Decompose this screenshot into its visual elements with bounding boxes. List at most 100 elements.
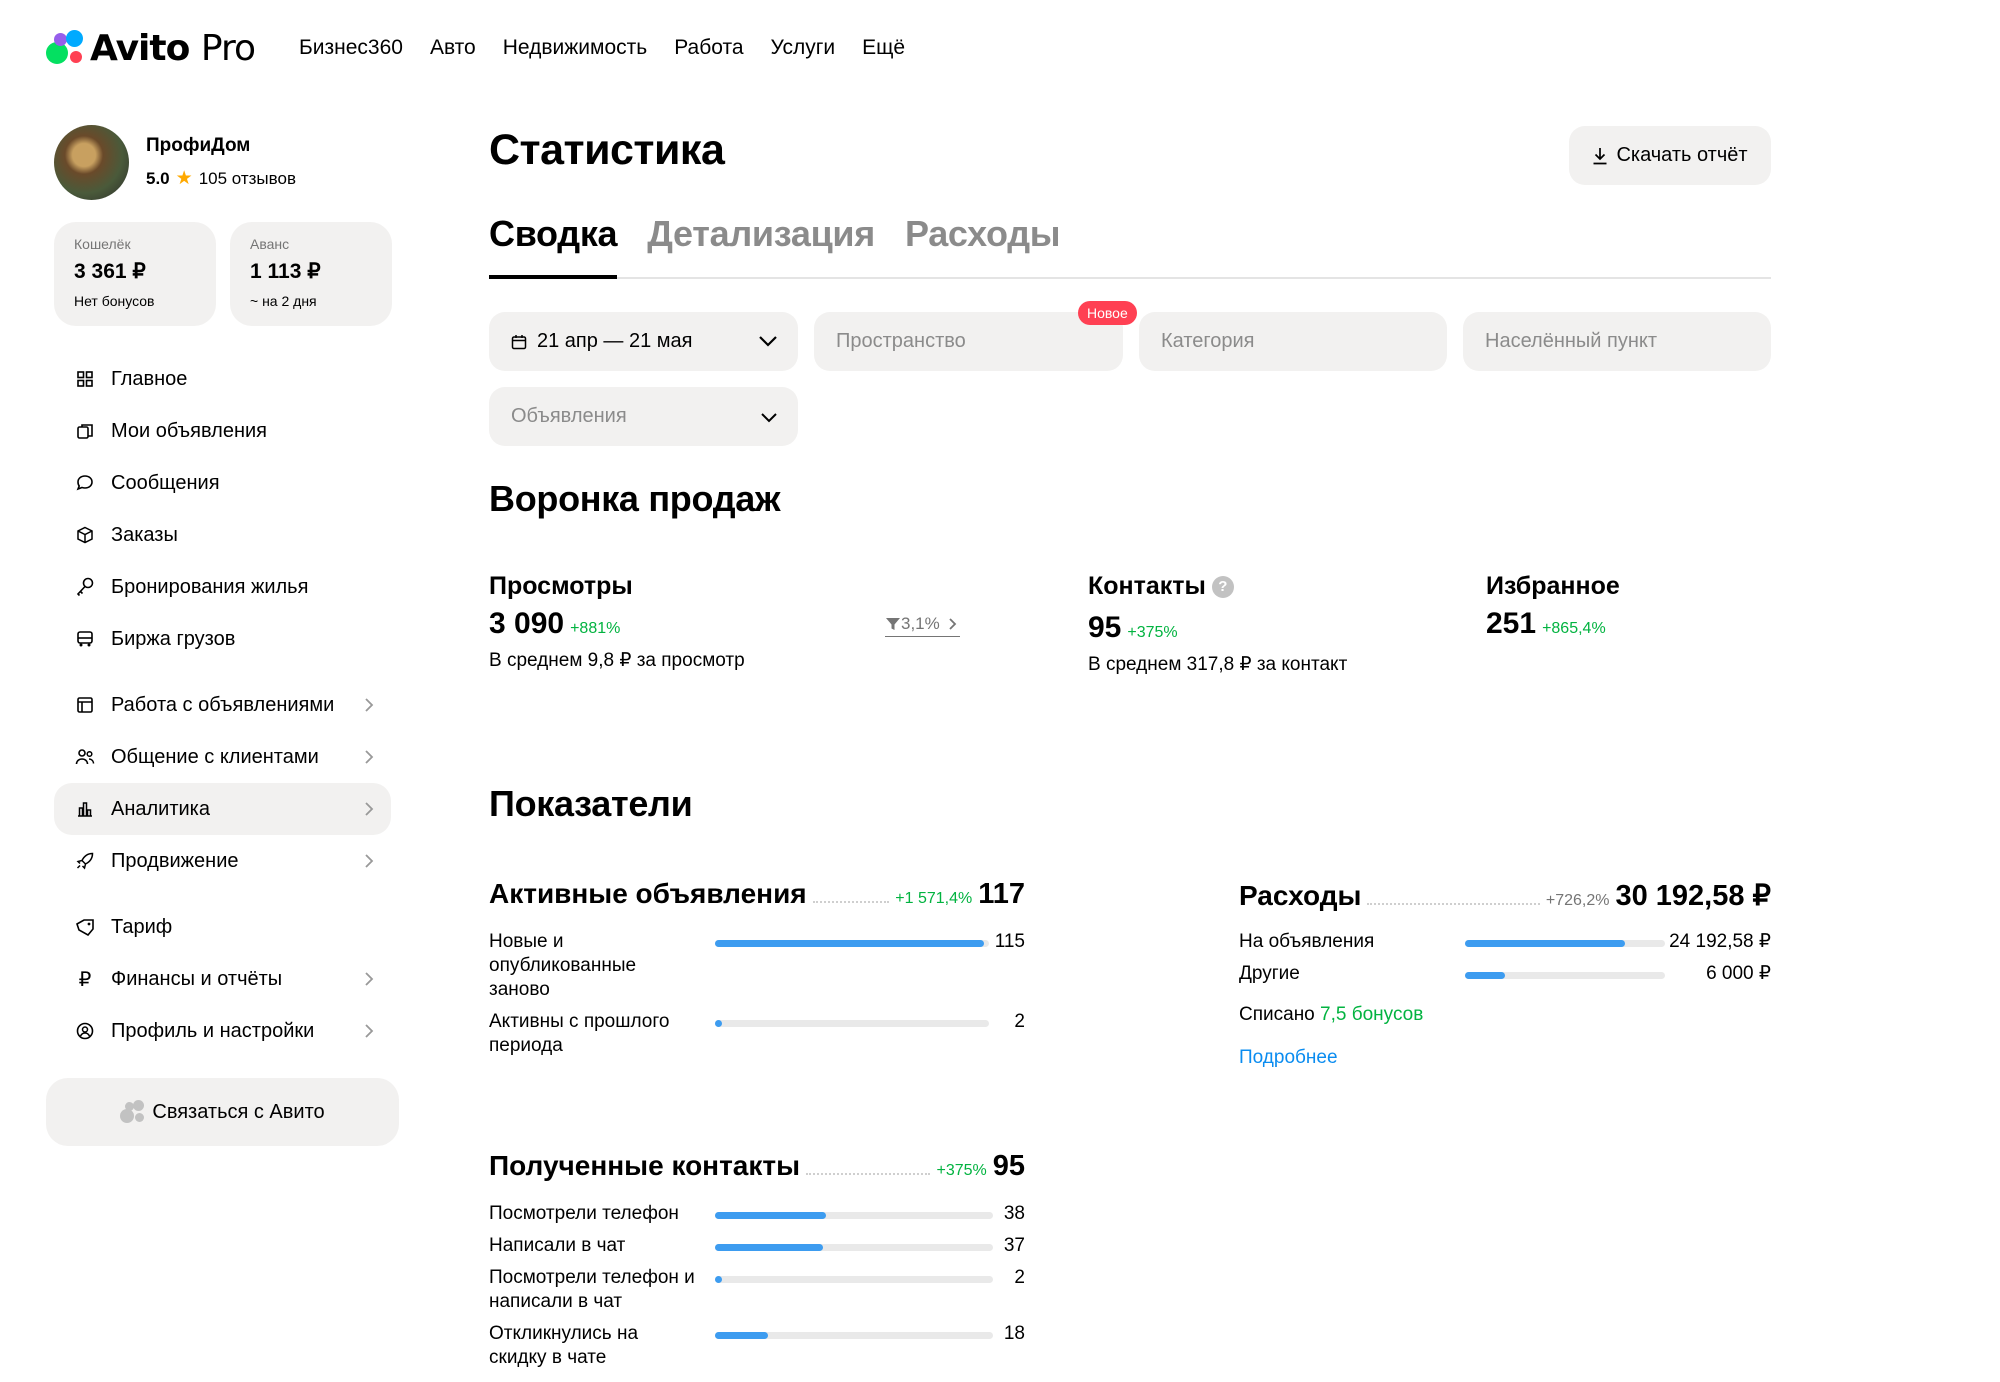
chevron-right-icon [365,698,374,712]
wallet-card[interactable]: Кошелёк 3 361 ₽ Нет бонусов [54,222,216,326]
sidebar-item-tariff[interactable]: Тариф [54,901,391,953]
spent-bonus: 7,5 бонусов [1320,1004,1424,1025]
sidebar-item-messages[interactable]: Сообщения [54,457,391,509]
active-ads-value: 117 [978,878,1025,910]
nav-more[interactable]: Ещё [862,36,905,60]
stats-tabs: Сводка Детализация Расходы [489,213,1771,279]
row-bar-fill [715,1212,827,1219]
nav-services[interactable]: Услуги [771,36,836,60]
active-ads-header[interactable]: Активные объявления +1 571,4% 117 [489,878,1025,911]
received-contacts-value: 95 [992,1150,1025,1182]
reviews-count[interactable]: 105 отзывов [199,169,296,189]
expenses-pct: +726,2% [1545,892,1610,909]
row-bar-track [715,1020,989,1027]
contacts-row: Написали в чат 37 [489,1234,1025,1262]
sidebar-item-label: Финансы и отчёты [111,967,283,990]
views-title: Просмотры [489,572,633,600]
contact-avito-button[interactable]: Связаться с Авито [46,1078,399,1146]
chat-icon [74,472,96,494]
expenses-row: Другие 6 000 ₽ [1239,962,1771,990]
avatar[interactable] [54,125,129,200]
expenses-header[interactable]: Расходы +726,2% 30 192,58 ₽ [1239,878,1771,913]
sidebar-item-analytics[interactable]: Аналитика [54,783,391,835]
conversion-link[interactable]: 3,1% [885,614,960,637]
advance-card[interactable]: Аванс 1 113 ₽ ~ на 2 дня [230,222,392,326]
logo-brand: Avito [90,27,190,69]
chevron-right-icon [365,854,374,868]
contact-avito-label: Связаться с Авито [152,1100,325,1123]
expenses-title: Расходы [1239,880,1362,911]
tab-details[interactable]: Детализация [647,213,875,279]
ads-placeholder: Объявления [511,405,627,427]
sidebar-item-label: Аналитика [111,797,210,820]
logo-dots-icon [46,28,86,68]
rocket-icon [74,850,96,872]
row-value: 6 000 ₽ [1706,963,1771,984]
chevron-right-icon [365,1024,374,1038]
nav-biznes360[interactable]: Бизнес360 [299,36,403,60]
more-details-link[interactable]: Подробнее [1239,1047,1338,1069]
profile-card[interactable]: ПрофиДом 5.0 ★ 105 отзывов [54,125,296,200]
nav-realty[interactable]: Недвижимость [503,36,647,60]
favorites-title: Избранное [1486,572,1620,600]
category-placeholder: Категория [1161,330,1255,352]
row-value: 24 192,58 ₽ [1669,931,1771,952]
tab-summary[interactable]: Сводка [489,213,618,279]
row-label: Новые и опубликованные заново [489,931,637,1000]
dotted-leader [1367,887,1540,905]
conversion-value: 3,1% [901,614,940,633]
sidebar-item-promotion[interactable]: Продвижение [54,835,391,887]
sidebar-item-cargo[interactable]: Биржа грузов [54,613,391,665]
active-ads-row: Новые и опубликованные заново 115 [489,930,1025,1002]
dotted-leader [806,1157,931,1175]
bonuses-spent: Списано 7,5 бонусов [1239,1004,1423,1026]
sidebar-item-ads-work[interactable]: Работа с объявлениями [54,679,391,731]
avito-pro-logo[interactable]: Avito Pro [46,27,256,69]
chevron-right-icon [365,750,374,764]
sidebar-item-main[interactable]: Главное [54,353,391,405]
sidebar-item-label: Заказы [111,523,178,546]
sidebar-item-bookings[interactable]: Бронирования жилья [54,561,391,613]
chevron-right-icon [365,802,374,816]
nav-auto[interactable]: Авто [430,36,476,60]
active-ads-title: Активные объявления [489,878,807,909]
wallets: Кошелёк 3 361 ₽ Нет бонусов Аванс 1 113 … [54,222,392,326]
sidebar-item-profile-settings[interactable]: Профиль и настройки [54,1005,391,1057]
received-contacts-header[interactable]: Полученные контакты +375% 95 [489,1150,1025,1183]
date-range-select[interactable]: 21 апр — 21 мая [489,312,798,371]
row-bar-track [715,1332,993,1339]
key-icon [74,576,96,598]
profile-name: ПрофиДом [146,135,251,156]
help-icon[interactable]: ? [1211,575,1234,598]
row-bar-fill [1465,972,1505,979]
top-nav: Бизнес360 Авто Недвижимость Работа Услуг… [299,36,932,60]
received-contacts-title: Полученные контакты [489,1150,801,1181]
received-contacts-pct: +375% [936,1162,987,1179]
space-select[interactable]: Пространство [814,312,1123,371]
row-bar-track [715,940,989,947]
funnel-favorites: Избранное 251 +865,4% [1486,572,1620,641]
expenses-row: На объявления 24 192,58 ₽ [1239,930,1771,958]
sidebar-item-orders[interactable]: Заказы [54,509,391,561]
box-icon [74,524,96,546]
sidebar-item-finance[interactable]: ₽ Финансы и отчёты [54,953,391,1005]
date-range-value: 21 апр — 21 мая [537,330,693,352]
rating-score: 5.0 [146,168,170,188]
download-icon [1593,147,1607,164]
location-select[interactable]: Населённый пункт [1463,312,1771,371]
sidebar-item-my-ads[interactable]: Мои объявления [54,405,391,457]
category-select[interactable]: Категория [1139,312,1447,371]
row-value: 115 [994,931,1025,952]
ads-select[interactable]: Объявления [489,387,798,446]
sidebar-item-clients[interactable]: Общение с клиентами [54,731,391,783]
row-value: 37 [1003,1235,1025,1256]
new-badge: Новое [1078,301,1137,325]
star-icon: ★ [175,168,193,189]
sidebar-item-label: Продвижение [111,849,239,872]
expenses-value: 30 192,58 ₽ [1615,880,1771,912]
logo-suffix: Pro [200,27,256,69]
users-icon [74,746,96,768]
download-report-button[interactable]: Скачать отчёт [1569,126,1771,185]
nav-jobs[interactable]: Работа [674,36,743,60]
tab-expenses[interactable]: Расходы [905,213,1061,279]
